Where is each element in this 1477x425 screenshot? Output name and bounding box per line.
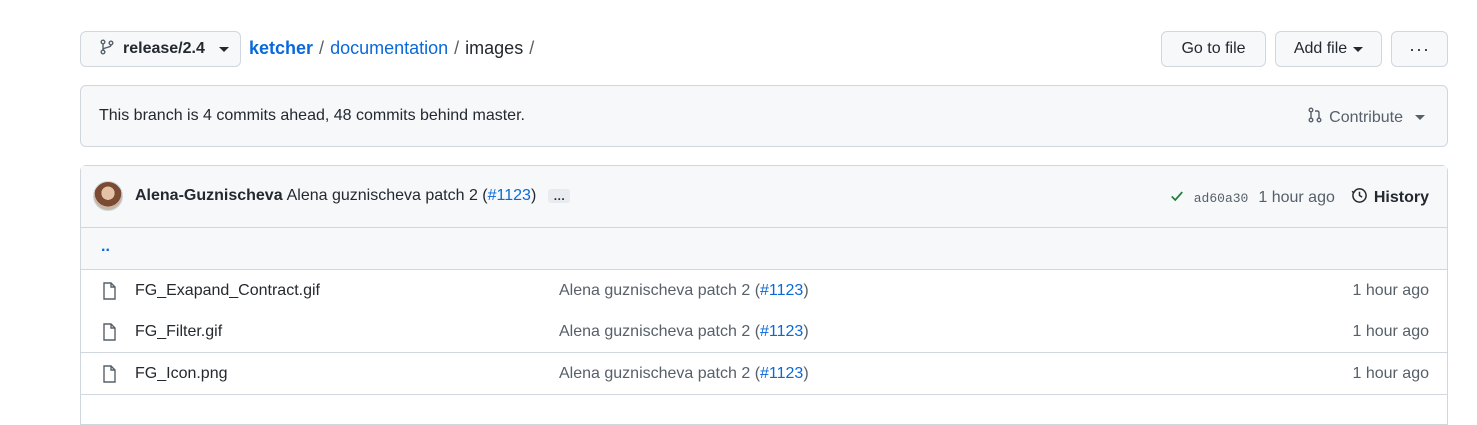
file-commit-text: Alena guznischeva patch 2 ( — [559, 323, 761, 340]
breadcrumb-repo-link[interactable]: ketcher — [249, 38, 313, 59]
file-icon — [101, 323, 117, 346]
expand-commit-message-button[interactable]: … — [548, 189, 571, 203]
file-age: 1 hour ago — [1352, 323, 1429, 340]
branch-status-message: This branch is 4 commits ahead, 48 commi… — [99, 107, 525, 124]
table-row: FG_Exapand_Contract.gif Alena guznischev… — [81, 270, 1447, 312]
table-row: FG_Filter.gif Alena guznischeva patch 2 … — [81, 311, 1447, 353]
file-age: 1 hour ago — [1352, 365, 1429, 382]
breadcrumb-separator: / — [454, 38, 460, 58]
file-commit-end: ) — [803, 282, 809, 299]
commit-sha-link[interactable]: ad60a30 — [1194, 191, 1249, 206]
parent-directory-row[interactable]: .. — [81, 228, 1447, 270]
parent-directory-link[interactable]: .. — [101, 238, 110, 256]
breadcrumb-separator: / — [319, 38, 325, 58]
file-commit-text: Alena guznischeva patch 2 ( — [559, 365, 761, 382]
contribute-label: Contribute — [1329, 108, 1403, 126]
latest-commit-summary: Alena-Guznischeva Alena guznischeva patc… — [135, 187, 571, 205]
repo-toolbar: release/2.4 ketcher / documentation / im… — [80, 31, 1448, 67]
breadcrumb-documentation-link[interactable]: documentation — [330, 38, 448, 59]
file-commit-pr-link[interactable]: #1123 — [760, 365, 803, 382]
commit-author-link[interactable]: Alena-Guznischeva — [135, 187, 283, 205]
commit-message: Alena guznischeva patch 2 (#1123) — [287, 187, 537, 205]
file-commit-message: Alena guznischeva patch 2 (#1123) — [559, 282, 809, 300]
chevron-down-icon — [218, 46, 229, 52]
more-options-button[interactable]: ··· — [1391, 31, 1448, 67]
branch-select-button[interactable]: release/2.4 — [80, 31, 241, 67]
file-age: 1 hour ago — [1352, 282, 1429, 299]
commit-message-text: Alena guznischeva patch 2 ( — [286, 187, 488, 204]
commit-message-end: ) — [530, 187, 537, 204]
file-commit-end: ) — [803, 323, 809, 340]
branch-name: release/2.4 — [123, 40, 205, 57]
avatar[interactable] — [93, 181, 123, 211]
history-label: History — [1373, 189, 1429, 206]
file-list: Alena-Guznischeva Alena guznischeva patc… — [80, 165, 1448, 425]
add-file-button[interactable]: Add file — [1275, 31, 1382, 67]
chevron-down-icon — [1415, 115, 1425, 120]
check-icon[interactable] — [1170, 189, 1184, 208]
commit-pr-link[interactable]: #1123 — [488, 187, 531, 204]
branch-status-box: This branch is 4 commits ahead, 48 commi… — [80, 85, 1448, 147]
commit-age: 1 hour ago — [1258, 189, 1335, 206]
file-name-link[interactable]: FG_Filter.gif — [135, 323, 222, 341]
table-row: FG_Icon.png Alena guznischeva patch 2 (#… — [81, 353, 1447, 395]
chevron-down-icon — [1353, 46, 1364, 52]
file-name-link[interactable]: FG_Exapand_Contract.gif — [135, 282, 320, 300]
latest-commit-bar: Alena-Guznischeva Alena guznischeva patc… — [81, 166, 1447, 228]
breadcrumb-separator: / — [529, 38, 535, 58]
git-pull-request-icon — [1307, 107, 1323, 128]
commit-meta: ad60a30 1 hour ago History — [1170, 187, 1429, 209]
breadcrumb-current-dir: images — [465, 38, 524, 58]
contribute-dropdown[interactable]: Contribute — [1307, 107, 1425, 128]
file-icon — [101, 282, 117, 305]
file-commit-pr-link[interactable]: #1123 — [760, 282, 803, 299]
go-to-file-button[interactable]: Go to file — [1161, 31, 1266, 67]
file-icon — [101, 365, 117, 388]
file-commit-text: Alena guznischeva patch 2 ( — [559, 282, 761, 299]
add-file-label: Add file — [1293, 40, 1348, 57]
breadcrumb: ketcher / documentation / images / — [249, 38, 534, 59]
file-commit-message: Alena guznischeva patch 2 (#1123) — [559, 323, 809, 341]
history-link[interactable]: History — [1351, 187, 1429, 209]
file-commit-end: ) — [803, 365, 809, 382]
history-icon — [1351, 187, 1368, 209]
git-branch-icon — [99, 39, 115, 60]
file-commit-pr-link[interactable]: #1123 — [760, 323, 803, 340]
file-name-link[interactable]: FG_Icon.png — [135, 365, 228, 383]
file-commit-message: Alena guznischeva patch 2 (#1123) — [559, 365, 809, 383]
